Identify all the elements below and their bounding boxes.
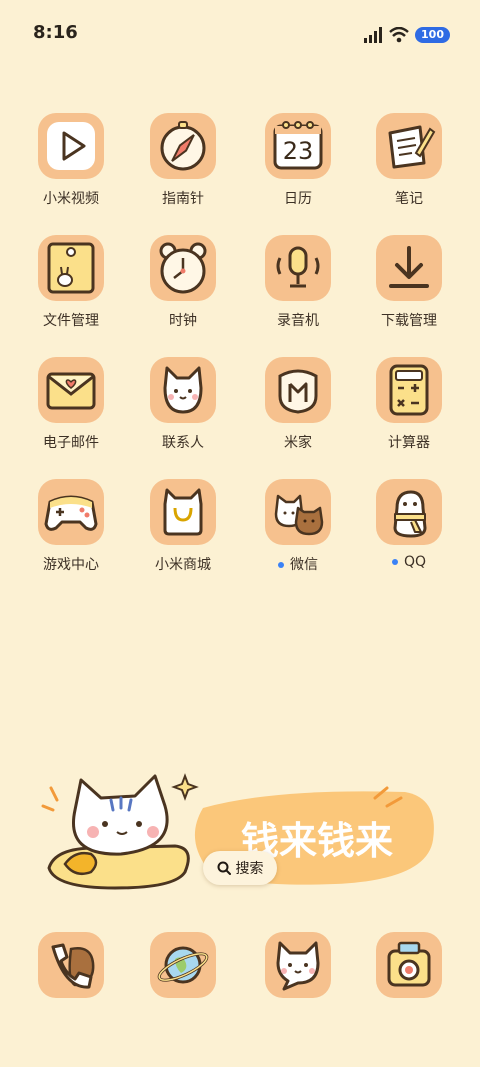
app-label: 笔记 [395,191,423,207]
app-compass[interactable]: 指南针 [128,113,238,208]
app-downloads[interactable]: 下载管理 [354,235,464,330]
app-label: 文件管理 [43,313,99,329]
app-contacts[interactable]: 联系人 [128,357,238,452]
calculator-icon [376,357,442,423]
clock-icon [150,235,216,301]
app-label: QQ [403,554,427,570]
app-label: 下载管理 [381,313,437,329]
battery-level: 100 [415,27,450,43]
compass-icon [150,113,216,179]
microphone-icon [265,235,331,301]
dock-camera[interactable] [354,932,464,998]
app-label-row: 微信 [243,554,353,574]
cat-contact-icon [150,357,216,423]
penguin-icon [376,479,442,545]
calendar-icon: 23 [265,113,331,179]
app-recorder[interactable]: 录音机 [243,235,353,330]
wechat-cats-icon [265,479,331,545]
app-game-center[interactable]: 游戏中心 [16,479,126,574]
app-wechat[interactable]: 微信 [243,479,353,574]
app-mi-video[interactable]: 小米视频 [16,113,126,208]
play-icon [38,113,104,179]
phone-icon [38,932,104,998]
cat-message-icon [265,932,331,998]
envelope-icon [38,357,104,423]
shopping-bag-icon [150,479,216,545]
dock-messages[interactable] [243,932,353,998]
new-notification-dot [391,559,398,565]
app-label: 米家 [284,435,312,451]
status-bar: 8:16 100 [0,0,480,66]
search-button[interactable]: 搜索 [203,851,277,885]
gamepad-icon [38,479,104,545]
wifi-icon [389,27,409,43]
app-label: 联系人 [162,435,204,451]
status-icons: 100 [363,24,450,46]
dock-phone[interactable] [16,932,126,998]
app-qq[interactable]: QQ [354,479,464,570]
app-file-manager[interactable]: 文件管理 [16,235,126,330]
app-label: 日历 [284,191,312,207]
planet-icon [150,932,216,998]
signal-icon [364,27,383,43]
app-label: 微信 [290,557,318,573]
app-label: 小米商城 [155,557,211,573]
download-icon [376,235,442,301]
mi-home-icon [265,357,331,423]
app-mi-store[interactable]: 小米商城 [128,479,238,574]
app-label: 指南针 [162,191,204,207]
app-email[interactable]: 电子邮件 [16,357,126,452]
app-calculator[interactable]: 计算器 [354,357,464,452]
dock-browser[interactable] [128,932,238,998]
search-label: 搜索 [235,861,264,877]
status-time: 8:16 [33,22,78,43]
camera-icon [376,932,442,998]
app-label: 录音机 [277,313,319,329]
app-label: 电子邮件 [43,435,99,451]
folder-icon [38,235,104,301]
app-label: 计算器 [388,435,430,451]
search-icon [217,861,231,875]
app-label-row: QQ [354,554,464,570]
calendar-day: 23 [282,137,314,165]
dock [0,932,480,1002]
app-label: 游戏中心 [43,557,99,573]
notes-icon [376,113,442,179]
app-notes[interactable]: 笔记 [354,113,464,208]
new-notification-dot [278,562,284,568]
app-clock[interactable]: 时钟 [128,235,238,330]
app-label: 小米视频 [43,191,99,207]
app-label: 时钟 [169,313,197,329]
app-mi-home[interactable]: 米家 [243,357,353,452]
app-calendar[interactable]: 23 日历 [243,113,353,208]
